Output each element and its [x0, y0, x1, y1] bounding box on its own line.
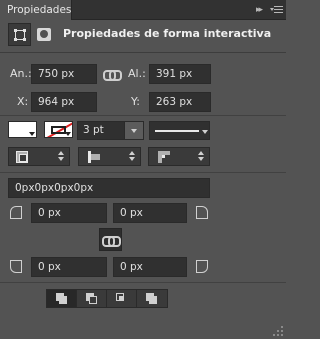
spin-arrows-icon: [58, 151, 64, 162]
link-icon[interactable]: [103, 68, 122, 81]
width-field[interactable]: 750 px: [31, 64, 97, 84]
solid-line-icon: [155, 130, 199, 132]
butt-cap-icon: [88, 151, 100, 163]
path-operations: [46, 289, 168, 308]
stroke-corners-select[interactable]: [148, 147, 210, 166]
menu-icon[interactable]: [270, 5, 283, 15]
corner-top-right-icon: [196, 206, 208, 219]
y-label: Y:: [131, 95, 140, 108]
intersect-shapes-button[interactable]: [107, 290, 137, 307]
link-radius-button[interactable]: [99, 228, 122, 251]
height-field[interactable]: 391 px: [149, 64, 211, 84]
corner-top-left-icon: [10, 206, 22, 219]
stroke-caps-select[interactable]: [78, 147, 141, 166]
shape-select-icon[interactable]: [8, 23, 31, 46]
link-icon: [102, 234, 121, 247]
spin-arrows-icon: [198, 151, 204, 162]
corner-bottom-right-icon: [196, 260, 208, 273]
x-field[interactable]: 964 px: [31, 92, 97, 112]
divider: [0, 172, 286, 173]
fill-swatch[interactable]: [8, 121, 37, 138]
spin-arrows-icon: [129, 151, 135, 162]
panel-title: Propiedades de forma interactiva: [63, 27, 272, 40]
corner-radius-all-field[interactable]: 0px0px0px0px: [8, 178, 210, 198]
chevron-down-icon: [131, 129, 137, 133]
resize-grip[interactable]: [273, 326, 283, 336]
collapse-icon[interactable]: ▸▸: [256, 4, 268, 16]
tab-propiedades[interactable]: Propiedades: [0, 0, 72, 20]
radius-bottom-left-field[interactable]: 0 px: [31, 257, 107, 277]
divider: [0, 115, 286, 116]
radius-top-right-field[interactable]: 0 px: [113, 203, 187, 223]
divider: [0, 282, 286, 283]
stroke-style-select[interactable]: [149, 121, 210, 140]
stroke-swatch[interactable]: [44, 121, 73, 138]
chevron-down-icon: [202, 130, 208, 134]
miter-join-icon: [158, 151, 170, 163]
divider: [0, 52, 286, 53]
height-label: Al.:: [128, 67, 146, 80]
stroke-width-dropdown[interactable]: [124, 122, 143, 139]
stroke-align-select[interactable]: [8, 147, 70, 166]
subtract-front-shape-button[interactable]: [77, 290, 107, 307]
combine-shapes-button[interactable]: [47, 290, 77, 307]
stroke-inside-icon: [16, 151, 28, 163]
x-label: X:: [17, 95, 29, 108]
width-label: An.:: [10, 67, 32, 80]
corner-bottom-left-icon: [10, 260, 22, 273]
exclude-overlap-button[interactable]: [137, 290, 167, 307]
radius-top-left-field[interactable]: 0 px: [31, 203, 107, 223]
radius-bottom-right-field[interactable]: 0 px: [113, 257, 187, 277]
mask-icon[interactable]: [37, 28, 51, 41]
stroke-width-value: 3 pt: [83, 124, 104, 136]
stroke-width-field[interactable]: 3 pt: [77, 121, 144, 140]
y-field[interactable]: 263 px: [149, 92, 211, 112]
